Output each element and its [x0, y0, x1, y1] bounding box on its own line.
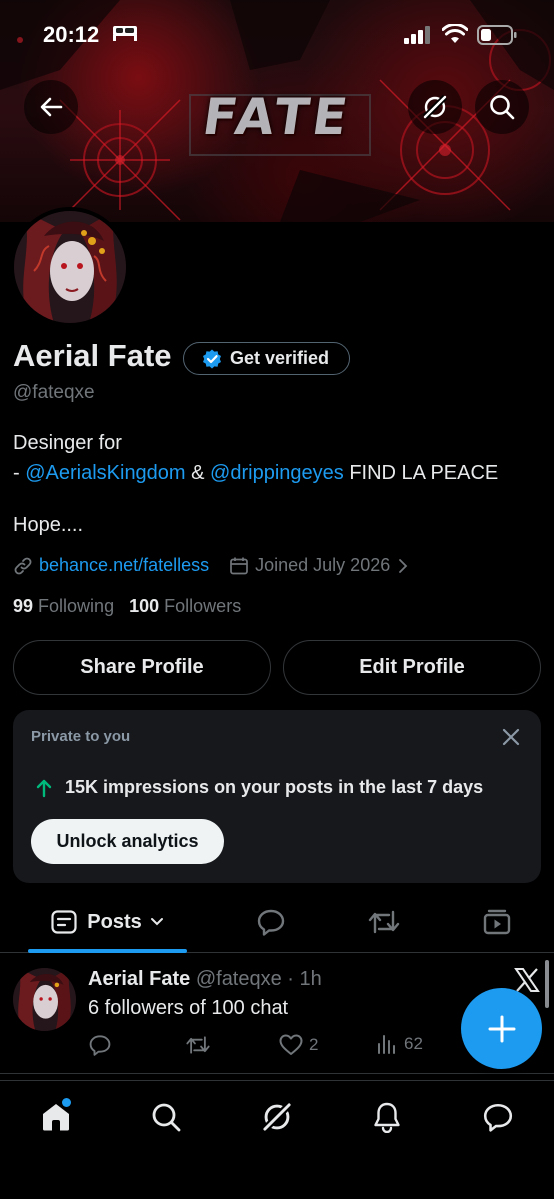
repost-action[interactable] [185, 1034, 211, 1056]
profile-name: Aerial Fate [13, 338, 172, 373]
video-icon [483, 909, 511, 935]
nav-messages[interactable] [473, 1097, 523, 1137]
tab-posts-label: Posts [87, 910, 142, 933]
like-count: 2 [309, 1035, 319, 1054]
get-verified-button[interactable]: Get verified [183, 342, 350, 375]
bio-amp: & [185, 462, 211, 484]
scrollbar[interactable] [545, 960, 549, 1008]
unlock-analytics-button[interactable]: Unlock analytics [31, 819, 224, 864]
following-count: 99 [13, 596, 34, 616]
impressions-row: 15K impressions on your posts in the las… [35, 777, 483, 798]
chat-icon [483, 1103, 513, 1132]
tab-posts[interactable]: Posts [28, 893, 187, 951]
tab-replies[interactable] [246, 893, 296, 951]
bio-line-1: Desinger for [13, 432, 122, 454]
calendar-icon [229, 556, 249, 576]
bio-dash: - [13, 462, 26, 484]
following-label: Following [38, 596, 115, 616]
status-time: 20:12 [43, 22, 100, 47]
follow-stats: 99 Following 100 Followers [13, 596, 241, 617]
nav-notifications[interactable] [362, 1097, 412, 1137]
views-icon [378, 1035, 395, 1054]
followers-label: Followers [164, 596, 242, 616]
profile-tabs: Posts [0, 893, 554, 953]
verified-badge-icon [203, 349, 221, 368]
chevron-down-icon [150, 918, 163, 926]
post-header: Aerial Fate @fateqxe · 1h [88, 968, 322, 991]
avatar-image [14, 211, 126, 323]
search-button[interactable] [475, 80, 529, 134]
post-text: 6 followers of 100 chat [88, 997, 289, 1019]
grok-icon [422, 94, 448, 120]
reply-action[interactable] [88, 1034, 112, 1056]
heart-icon [279, 1034, 303, 1055]
arrow-left-icon [40, 97, 63, 117]
link-icon [13, 556, 33, 576]
bell-icon [374, 1102, 400, 1133]
bio-tail: FIND LA PEACE [343, 462, 499, 484]
profile-handle: @fateqxe [13, 382, 95, 403]
arrow-up-icon [36, 779, 52, 797]
nav-home[interactable] [31, 1097, 81, 1137]
private-label: Private to you [31, 728, 131, 745]
compose-button[interactable] [461, 988, 542, 1069]
followers-link[interactable]: 100 Followers [129, 596, 241, 616]
nav-grok[interactable] [252, 1097, 302, 1137]
chevron-right-icon [398, 558, 408, 574]
wifi-icon [442, 24, 468, 43]
search-icon [490, 95, 515, 120]
impressions-text: 15K impressions on your posts in the las… [65, 777, 484, 797]
notification-dot [62, 1098, 71, 1107]
post-author-name[interactable]: Aerial Fate [88, 968, 190, 990]
posts-icon [51, 910, 77, 934]
views-action[interactable]: 62 [376, 1034, 423, 1054]
x-logo-icon [514, 968, 540, 992]
view-count: 62 [404, 1034, 423, 1053]
bottom-navigation [0, 1080, 554, 1199]
analytics-card: Private to you 15K impressions on your p… [13, 710, 541, 883]
tab-reposts[interactable] [359, 893, 409, 951]
post-avatar[interactable] [13, 968, 76, 1031]
sleep-focus-icon [113, 26, 137, 41]
close-icon[interactable] [500, 726, 522, 748]
edit-profile-button[interactable]: Edit Profile [283, 640, 541, 695]
status-bar: 20:12 [0, 0, 554, 72]
bio-line-3: Hope.... [13, 514, 84, 536]
website-link[interactable]: behance.net/fatelless [39, 555, 209, 576]
tab-media[interactable] [472, 893, 522, 951]
battery-icon [477, 25, 517, 45]
get-verified-label: Get verified [230, 348, 330, 368]
search-icon [152, 1103, 181, 1132]
post-handle-time: @fateqxe · 1h [195, 968, 322, 990]
profile-bio: Desinger for - @AerialsKingdom & @drippi… [13, 428, 543, 488]
back-button[interactable] [24, 80, 78, 134]
repost-icon [368, 910, 400, 934]
mention-aerialskingdom[interactable]: @AerialsKingdom [25, 462, 185, 484]
repost-icon [186, 1036, 210, 1054]
mention-drippingeyes[interactable]: @drippingeyes [210, 462, 344, 484]
plus-icon [488, 1015, 515, 1042]
like-action[interactable]: 2 [279, 1034, 318, 1056]
following-link[interactable]: 99 Following [13, 596, 114, 616]
cellular-signal-icon [404, 26, 430, 44]
reply-icon [89, 1035, 111, 1056]
avatar-image [13, 968, 76, 1031]
share-profile-button[interactable]: Share Profile [13, 640, 271, 695]
joined-date[interactable]: Joined July 2026 [255, 555, 390, 576]
nav-search[interactable] [141, 1097, 191, 1137]
grok-icon [262, 1102, 292, 1132]
grok-button[interactable] [408, 80, 462, 134]
bio-line-2: - @AerialsKingdom & @drippingeyes FIND L… [13, 458, 543, 488]
profile-avatar[interactable] [10, 207, 130, 327]
followers-count: 100 [129, 596, 160, 616]
profile-meta: behance.net/fatelless Joined July 2026 [13, 555, 414, 576]
banner-title: FATE [199, 88, 355, 146]
tab-indicator [28, 949, 187, 953]
reply-icon [257, 909, 285, 936]
